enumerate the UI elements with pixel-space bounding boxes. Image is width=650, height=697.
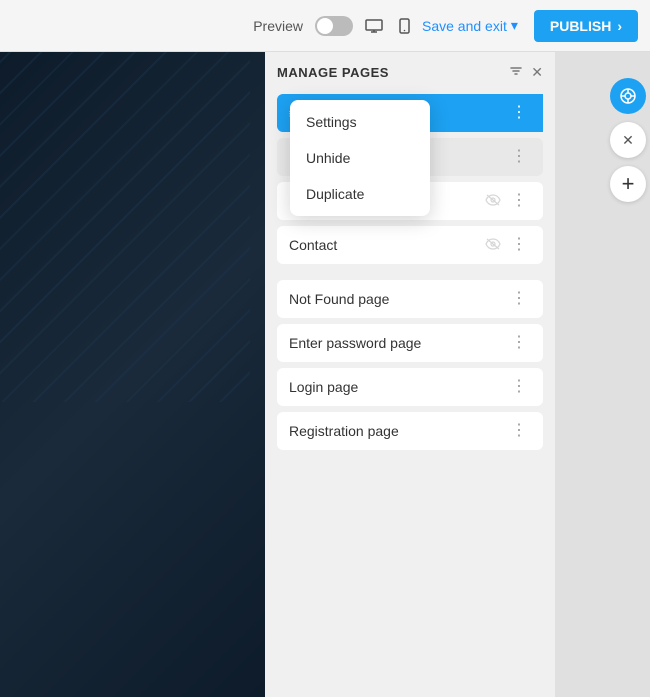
desktop-icon[interactable] — [361, 15, 387, 37]
topbar: Preview Save and exit ▾ PUBLISH › — [0, 0, 650, 52]
page-hidden-contact-icon — [485, 238, 501, 253]
sort-icon[interactable] — [509, 64, 523, 81]
page-label-registration: Registration page — [289, 423, 399, 439]
page-menu-login[interactable]: ⋮ — [507, 377, 531, 397]
page-label-not-found: Not Found page — [289, 291, 389, 307]
page-hidden-pricing-icon — [485, 194, 501, 209]
dropdown-item-duplicate[interactable]: Duplicate — [290, 176, 430, 212]
page-item-registration[interactable]: Registration page ⋮ — [265, 409, 555, 453]
page-label-password: Enter password page — [289, 335, 421, 351]
preview-label: Preview — [253, 18, 303, 34]
page-item-not-found[interactable]: Not Found page ⋮ — [265, 277, 555, 321]
mobile-icon[interactable] — [395, 14, 414, 38]
page-menu-how-to-build[interactable]: ⋮ — [507, 103, 531, 123]
page-item-contact[interactable]: Contact ⋮ — [265, 223, 555, 267]
publish-button[interactable]: PUBLISH › — [534, 10, 638, 42]
canvas-panel — [0, 52, 265, 697]
network-button[interactable] — [610, 78, 646, 114]
save-exit-button[interactable]: Save and exit ▾ — [422, 17, 518, 34]
close-button[interactable]: ✕ — [610, 122, 646, 158]
page-menu-contact[interactable]: ⋮ — [507, 235, 531, 255]
add-element-button[interactable]: + — [610, 166, 646, 202]
dropdown-item-settings[interactable]: Settings — [290, 104, 430, 140]
page-menu-features[interactable]: ⋮ — [507, 147, 531, 167]
page-context-menu: Settings Unhide Duplicate — [290, 100, 430, 216]
page-item-password[interactable]: Enter password page ⋮ — [265, 321, 555, 365]
page-menu-pricing[interactable]: ⋮ — [507, 191, 531, 211]
dropdown-item-unhide[interactable]: Unhide — [290, 140, 430, 176]
manage-header-icons: ✕ — [509, 64, 543, 81]
close-panel-icon[interactable]: ✕ — [531, 64, 543, 81]
pages-separator — [265, 267, 555, 277]
right-sidebar: ✕ + — [606, 70, 650, 210]
page-menu-registration[interactable]: ⋮ — [507, 421, 531, 441]
manage-pages-title: MANAGE PAGES — [277, 65, 389, 80]
page-label-contact: Contact — [289, 237, 337, 253]
page-item-login[interactable]: Login page ⋮ — [265, 365, 555, 409]
manage-pages-header: MANAGE PAGES ✕ — [265, 64, 555, 91]
page-menu-password[interactable]: ⋮ — [507, 333, 531, 353]
page-label-login: Login page — [289, 379, 358, 395]
preview-toggle[interactable] — [315, 16, 353, 36]
page-menu-not-found[interactable]: ⋮ — [507, 289, 531, 309]
